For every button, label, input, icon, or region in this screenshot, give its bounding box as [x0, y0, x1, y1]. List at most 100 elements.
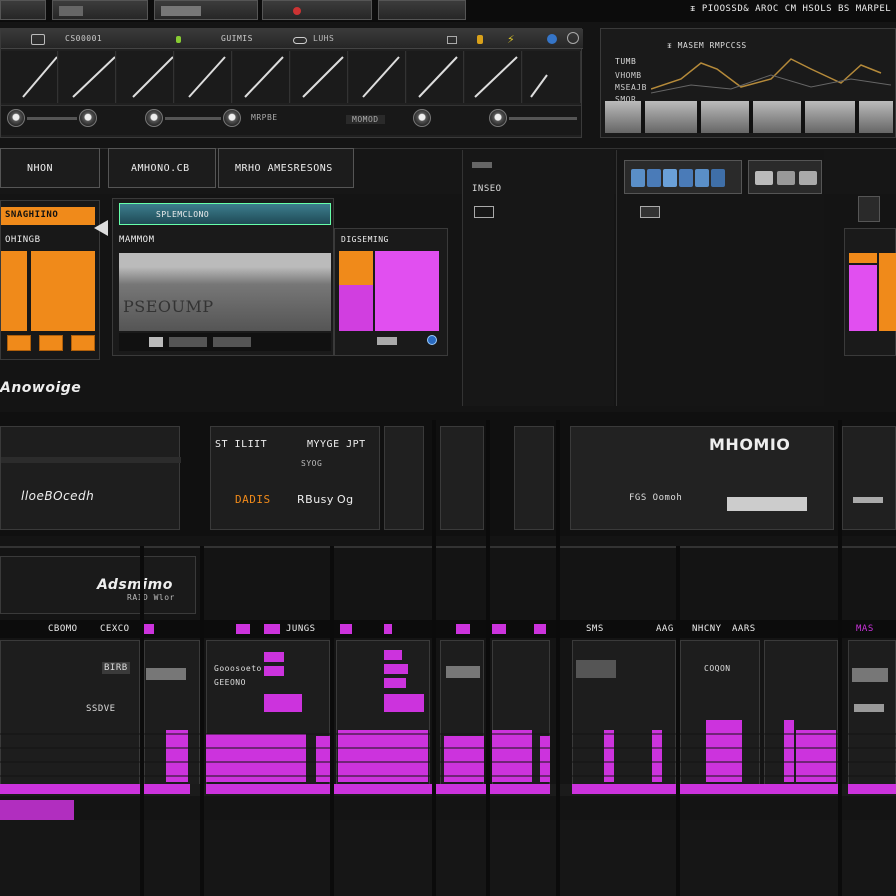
- divider: [556, 420, 560, 896]
- window-tab-4[interactable]: [262, 0, 372, 20]
- channel-name[interactable]: AAG: [656, 624, 674, 634]
- channel-name[interactable]: CEXCO: [100, 624, 130, 634]
- magenta-panel-header: DIGSEMING: [341, 235, 389, 244]
- window-tab-2[interactable]: [52, 0, 148, 20]
- magenta-orange-block: [339, 251, 373, 285]
- strip-label: COQON: [704, 664, 731, 673]
- right-slice-panel: [844, 228, 896, 356]
- left-button-3[interactable]: [71, 335, 95, 351]
- track-slot-3: [514, 426, 554, 530]
- knob-6[interactable]: [489, 109, 507, 127]
- knob-3[interactable]: [145, 109, 163, 127]
- knob-1[interactable]: [7, 109, 25, 127]
- chip-gray: [799, 171, 817, 185]
- strip-button[interactable]: [852, 668, 888, 682]
- center-indicator-left: [472, 162, 492, 168]
- preview-panel: SPLEMCLONO MAMMOM PSEOUMP: [112, 198, 334, 356]
- channel-name[interactable]: MAS: [856, 624, 874, 634]
- channel-name[interactable]: SMS: [586, 624, 604, 634]
- bottom-clip: [848, 784, 896, 794]
- link-icon[interactable]: [293, 37, 307, 44]
- channel-marker: [456, 624, 470, 634]
- window-tab-5[interactable]: [378, 0, 466, 20]
- scope-header-left: TUMB: [615, 57, 637, 66]
- right-slice-orange: [849, 253, 877, 263]
- track-block-1-label: lloeBOcedh: [21, 489, 95, 503]
- preview-scrub[interactable]: [213, 337, 251, 347]
- bottom-clip: [0, 784, 190, 794]
- strip-button[interactable]: [146, 668, 186, 680]
- scope-meter-divider: [749, 101, 753, 133]
- clip-magenta: [264, 652, 284, 662]
- track-slot-4: [842, 426, 896, 530]
- track-block-3-input[interactable]: [727, 497, 807, 511]
- track-slot-2: [440, 426, 484, 530]
- nav-tab-1[interactable]: NHON: [0, 148, 100, 188]
- color-chip-strip-2: [748, 160, 822, 194]
- channel-name[interactable]: NHCNY: [692, 624, 722, 634]
- nav-tab-label: NHON: [27, 163, 54, 174]
- preview-play-icon[interactable]: [149, 337, 163, 347]
- chip-gray: [777, 171, 795, 185]
- transport-menu[interactable]: GUIMIS: [221, 34, 253, 43]
- center-icon[interactable]: [474, 206, 494, 218]
- channel-marker: [492, 624, 506, 634]
- preview-header-label: SPLEMCLONO: [156, 210, 210, 219]
- bottom-clip: [206, 784, 550, 794]
- close-icon[interactable]: [567, 32, 579, 44]
- record-icon: [293, 7, 301, 15]
- chip-blue: [711, 169, 725, 187]
- mixer-logo-box: Adsmimo RAID Wlor: [0, 556, 196, 614]
- strip-button[interactable]: [576, 660, 616, 678]
- magenta-footer-indicator: [377, 337, 397, 345]
- magenta-power-icon[interactable]: [427, 335, 437, 345]
- left-arrow-icon: [94, 220, 108, 236]
- power-icon[interactable]: [547, 34, 557, 44]
- nav-tab-2[interactable]: AMHONO.CB: [108, 148, 216, 188]
- channel-name[interactable]: CBOMO: [48, 624, 78, 634]
- left-footer-label: Anowoige: [0, 380, 82, 396]
- nav-tab-label: AMHONO.CB: [131, 163, 190, 174]
- bottom-clip: [572, 784, 838, 794]
- window-tab-3[interactable]: [154, 0, 258, 20]
- knob-4[interactable]: [223, 109, 241, 127]
- window-tab-1[interactable]: [0, 0, 46, 20]
- scope-panel: ᵻ MASEM RMPCCSS TUMB VHOMB MSEAJB SMOR: [600, 28, 896, 138]
- clip-magenta: [384, 678, 406, 688]
- camera-icon[interactable]: [31, 34, 45, 45]
- track-block-2-top-a: ST ILIIT: [215, 439, 268, 450]
- waveform-seg-4: [175, 51, 232, 103]
- track-block-3-sub: FGS Oomoh: [629, 493, 683, 503]
- waveform-seg-8: [407, 51, 464, 103]
- clip-magenta: [384, 694, 424, 712]
- divider: [200, 546, 204, 896]
- nav-tab-label: MRHO AMESRESONS: [235, 163, 333, 174]
- color-chip-strip: [624, 160, 742, 194]
- waveform-seg-5: [233, 51, 290, 103]
- folder-icon[interactable]: [640, 206, 660, 218]
- fader-rail: [165, 117, 221, 120]
- nav-tab-3[interactable]: MRHO AMESRESONS: [218, 148, 354, 188]
- waveform-seg-6: [291, 51, 348, 103]
- left-button-1[interactable]: [7, 335, 31, 351]
- divider: [838, 420, 842, 896]
- knob-5[interactable]: [413, 109, 431, 127]
- track-block-3-title: MHOMIO: [709, 435, 791, 454]
- track-block-3: MHOMIO FGS Oomoh: [570, 426, 834, 530]
- track-block-2-top-b: MYYGE JPT: [307, 439, 366, 450]
- transport-label: CS00001: [65, 34, 103, 43]
- strip-button[interactable]: [446, 666, 480, 678]
- strip-button[interactable]: [854, 704, 884, 712]
- lightning-icon[interactable]: ⚡: [507, 33, 515, 46]
- waveform-seg-1: [1, 51, 58, 103]
- knob-2[interactable]: [79, 109, 97, 127]
- divider: [432, 420, 436, 896]
- scope-meter-divider: [801, 101, 805, 133]
- scope-line-1: VHOMB: [615, 71, 642, 80]
- channel-name[interactable]: JUNGS: [286, 624, 316, 634]
- left-button-2[interactable]: [39, 335, 63, 351]
- channel-name[interactable]: AARS: [732, 624, 756, 634]
- settings-icon[interactable]: [447, 36, 457, 44]
- preview-scrub[interactable]: [169, 337, 207, 347]
- magenta-block-left: [339, 285, 373, 331]
